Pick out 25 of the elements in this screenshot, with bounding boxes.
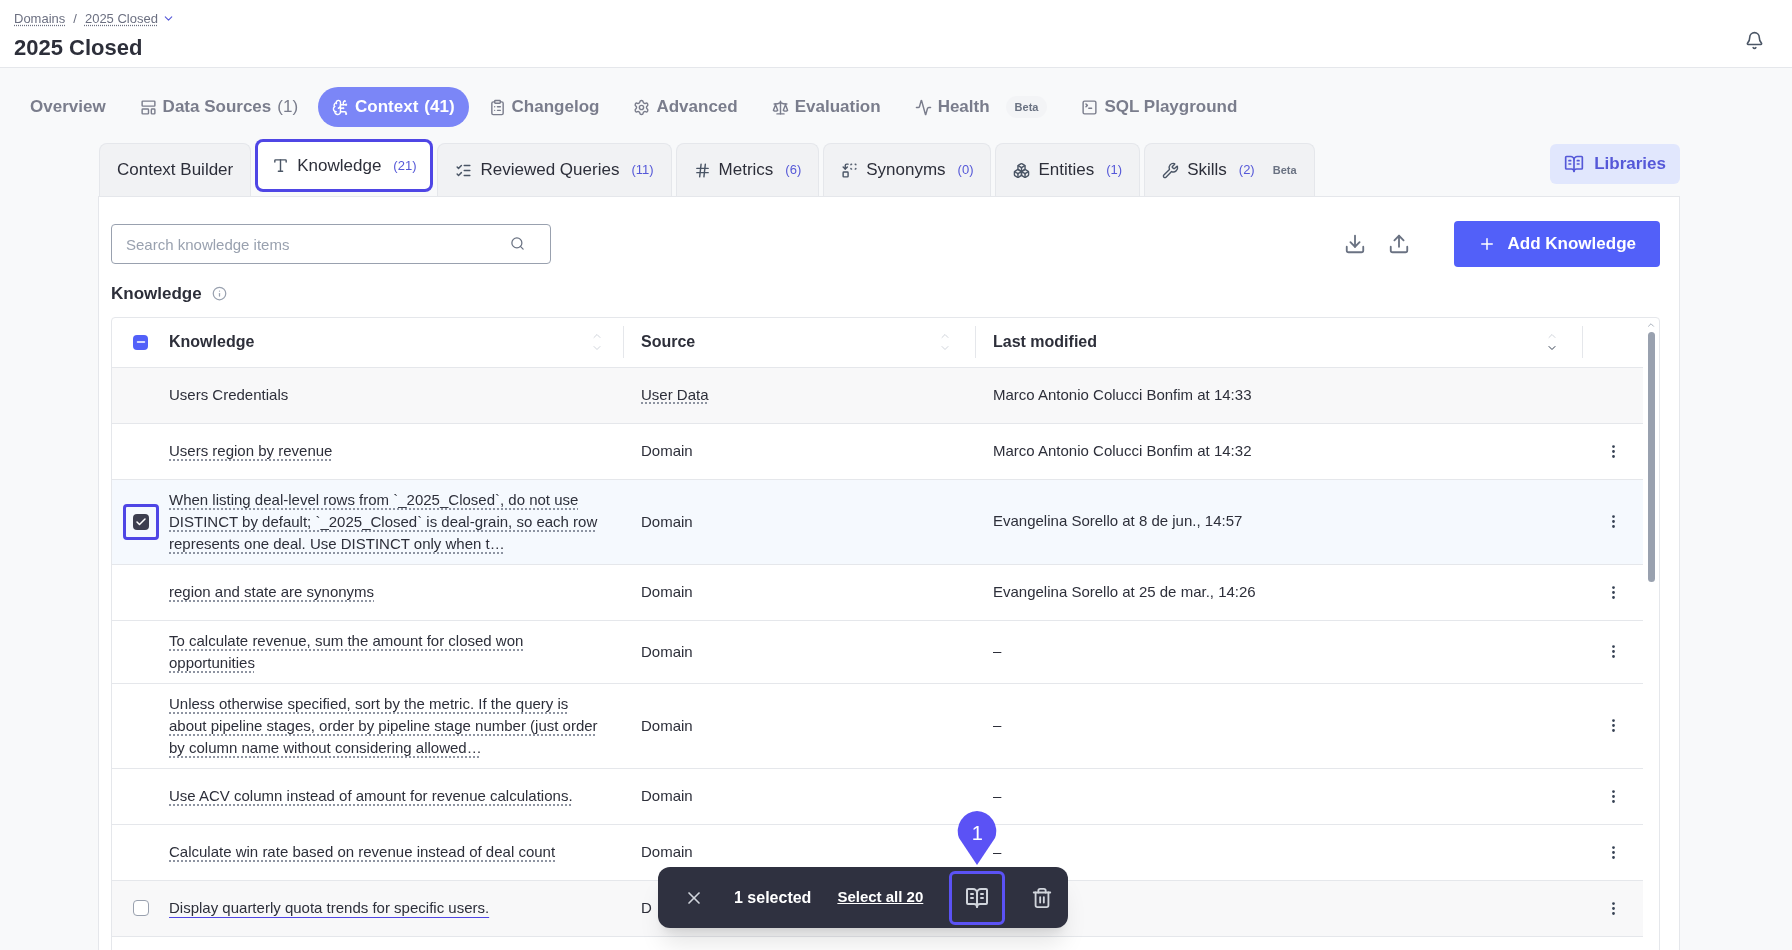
- section-title: Knowledge: [111, 283, 202, 305]
- last-modified-text: Evangelina Sorello at 8 de jun., 14:57: [993, 512, 1243, 530]
- last-modified-text: Marco Antonio Colucci Bonfim at 14:33: [993, 385, 1252, 403]
- breadcrumb-separator: /: [73, 10, 77, 28]
- column-header: Last modified: [993, 332, 1097, 352]
- beta-label: Beta: [1272, 162, 1297, 178]
- page-title: 2025 Closed: [14, 33, 144, 62]
- last-modified-text: –: [993, 716, 1002, 734]
- source-text: Domain: [641, 715, 693, 736]
- source-text: Domain: [641, 582, 693, 602]
- source-text: Domain: [641, 842, 693, 862]
- source-text: Domain: [641, 641, 693, 662]
- column-header: Knowledge: [169, 332, 255, 352]
- last-modified-text: –: [993, 786, 1002, 804]
- source-text: Domain: [641, 511, 693, 532]
- column-header: Source: [641, 332, 696, 352]
- selected-count: 1 selected: [734, 887, 812, 908]
- source-text: Domain: [641, 786, 693, 806]
- last-modified-text: –: [993, 642, 1002, 660]
- last-modified-text: Evangelina Sorello at 25 de mar., 14:26: [993, 582, 1256, 600]
- source-text: D: [641, 898, 652, 918]
- last-modified-text: Marco Antonio Colucci Bonfim at 14:32: [993, 441, 1252, 459]
- beta-label: Beta: [1005, 95, 1048, 119]
- source-text: User Data: [641, 385, 709, 405]
- source-text: Domain: [641, 441, 693, 461]
